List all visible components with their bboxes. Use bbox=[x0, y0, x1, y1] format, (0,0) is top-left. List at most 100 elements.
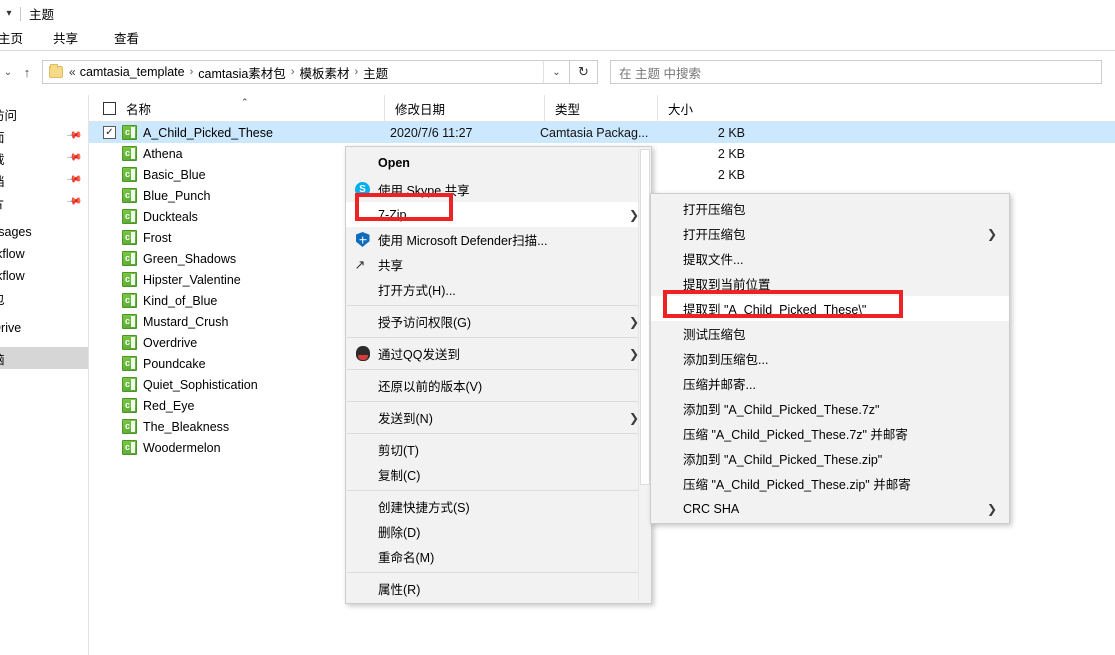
menu-item-label: 打开压缩包 bbox=[683, 199, 1009, 218]
table-row[interactable]: ✓ c A_Child_Picked_These 2020/7/6 11:27 … bbox=[89, 122, 1115, 143]
sidebar-item-pictures[interactable]: 片 📌 bbox=[0, 191, 88, 213]
recent-locations-icon[interactable]: ⌄ bbox=[0, 60, 16, 84]
menu-item-label: 提取文件... bbox=[683, 249, 1009, 268]
refresh-button[interactable]: ↻ bbox=[570, 60, 598, 84]
tab-view[interactable]: 查看 bbox=[108, 28, 145, 51]
sidebar-item-label: 面 bbox=[0, 127, 5, 146]
sidebar-item-messages[interactable]: ssages bbox=[0, 221, 88, 243]
submenu-item-add-to-archive[interactable]: 添加到压缩包... bbox=[651, 346, 1009, 371]
file-type: Camtasia Packag... bbox=[540, 126, 683, 140]
camtasia-file-icon: c bbox=[122, 377, 137, 392]
submenu-item-extract-here[interactable]: 提取到当前位置 bbox=[651, 271, 1009, 296]
submenu-item-compress-7z-and-email[interactable]: 压缩 "A_Child_Picked_These.7z" 并邮寄 bbox=[651, 421, 1009, 446]
menu-item-7zip[interactable]: 7-Zip ❯ bbox=[346, 202, 651, 227]
menu-item-rename[interactable]: 重命名(M) bbox=[346, 544, 651, 569]
sidebar-item-label: 载 bbox=[0, 149, 5, 168]
menu-item-restore-previous-versions[interactable]: 还原以前的版本(V) bbox=[346, 373, 651, 398]
submenu-item-extract-to-folder[interactable]: 提取到 "A_Child_Picked_These\" bbox=[651, 296, 1009, 321]
tab-share[interactable]: 共享 bbox=[47, 28, 84, 51]
menu-item-delete[interactable]: 删除(D) bbox=[346, 519, 651, 544]
breadcrumb-item-theme[interactable]: 主题 bbox=[363, 63, 388, 82]
menu-item-cut[interactable]: 剪切(T) bbox=[346, 437, 651, 462]
sidebar-item-downloads[interactable]: 载 📌 bbox=[0, 147, 88, 169]
menu-item-send-via-qq[interactable]: 通过QQ发送到 ❯ bbox=[346, 341, 651, 366]
submenu-item-crc-sha[interactable]: CRC SHA ❯ bbox=[651, 496, 1009, 521]
menu-item-label: Open bbox=[378, 156, 651, 170]
menu-item-open[interactable]: Open bbox=[346, 149, 651, 177]
sidebar-item-label: rkflow bbox=[0, 247, 25, 261]
submenu-item-open-archive-with[interactable]: 打开压缩包 ❯ bbox=[651, 221, 1009, 246]
menu-item-share-with-skype[interactable]: S 使用 Skype 共享 bbox=[346, 177, 651, 202]
menu-item-scan-with-defender[interactable]: 使用 Microsoft Defender扫描... bbox=[346, 227, 651, 252]
column-header-label: 名称 bbox=[126, 99, 151, 118]
breadcrumb-item-camtasia-template[interactable]: camtasia_template bbox=[80, 65, 185, 79]
context-menu-scrollbar[interactable] bbox=[638, 149, 650, 601]
seven-zip-submenu[interactable]: 打开压缩包 打开压缩包 ❯ 提取文件... 提取到当前位置 提取到 "A_Chi… bbox=[650, 193, 1010, 524]
qq-icon bbox=[354, 345, 371, 362]
quick-access-toolbar-chevron-icon[interactable]: ▾ bbox=[2, 9, 16, 19]
camtasia-file-icon: c bbox=[122, 335, 137, 350]
spacer-icon bbox=[354, 466, 371, 483]
submenu-item-compress-zip-and-email[interactable]: 压缩 "A_Child_Picked_These.zip" 并邮寄 bbox=[651, 471, 1009, 496]
breadcrumb-item-camtasia-assets[interactable]: camtasia素材包 bbox=[198, 63, 286, 82]
sidebar-item-desktop[interactable]: 面 📌 bbox=[0, 125, 88, 147]
sidebar-item-label: 包 bbox=[0, 289, 5, 308]
sidebar-item-package[interactable]: 包 bbox=[0, 287, 88, 309]
sidebar-item-label: rkflow bbox=[0, 269, 25, 283]
menu-item-label: 发送到(N) bbox=[378, 408, 651, 427]
scrollbar-thumb[interactable] bbox=[640, 149, 650, 485]
file-size: 2 KB bbox=[683, 168, 745, 182]
sidebar-item-workflow-1[interactable]: rkflow bbox=[0, 243, 88, 265]
tab-home[interactable]: 主页 bbox=[0, 28, 29, 51]
menu-item-share[interactable]: ↗ 共享 bbox=[346, 252, 651, 277]
sidebar-item-workflow-2[interactable]: rkflow bbox=[0, 265, 88, 287]
menu-item-properties[interactable]: 属性(R) bbox=[346, 576, 651, 601]
menu-item-open-with[interactable]: 打开方式(H)... bbox=[346, 277, 651, 302]
column-headers: 名称 ⌃ 修改日期 类型 大小 bbox=[89, 95, 1115, 122]
breadcrumb-item-template-assets[interactable]: 模板素材 bbox=[299, 63, 349, 82]
menu-item-label: 测试压缩包 bbox=[683, 324, 1009, 343]
menu-item-create-shortcut[interactable]: 创建快捷方式(S) bbox=[346, 494, 651, 519]
submenu-item-add-to-7z[interactable]: 添加到 "A_Child_Picked_These.7z" bbox=[651, 396, 1009, 421]
breadcrumb-overflow-icon[interactable]: « bbox=[69, 65, 76, 79]
submenu-item-compress-and-email[interactable]: 压缩并邮寄... bbox=[651, 371, 1009, 396]
chevron-right-icon[interactable]: › bbox=[355, 66, 359, 78]
context-menu[interactable]: Open S 使用 Skype 共享 7-Zip ❯ 使用 Microsoft … bbox=[345, 146, 652, 604]
file-size: 2 KB bbox=[683, 126, 745, 140]
sidebar-item-onedrive[interactable]: Drive bbox=[0, 317, 88, 339]
column-header-type[interactable]: 类型 bbox=[544, 95, 657, 122]
spacer-icon bbox=[354, 206, 371, 223]
menu-item-copy[interactable]: 复制(C) bbox=[346, 462, 651, 487]
sidebar-item-label: 脑 bbox=[0, 349, 5, 368]
column-header-size[interactable]: 大小 bbox=[657, 95, 740, 122]
chevron-right-icon[interactable]: › bbox=[190, 66, 194, 78]
search-placeholder: 在 主题 中搜索 bbox=[619, 63, 701, 82]
file-date: 2020/7/6 11:27 bbox=[390, 126, 540, 140]
chevron-right-icon[interactable]: › bbox=[291, 66, 295, 78]
menu-item-grant-access[interactable]: 授予访问权限(G) ❯ bbox=[346, 309, 651, 334]
address-dropdown-icon[interactable]: ⌄ bbox=[543, 61, 569, 83]
menu-item-label: 使用 Skype 共享 bbox=[378, 180, 651, 199]
submenu-item-open-archive[interactable]: 打开压缩包 bbox=[651, 196, 1009, 221]
menu-item-label: 7-Zip bbox=[378, 208, 651, 222]
row-checkbox[interactable]: ✓ bbox=[103, 126, 116, 139]
sidebar-item-documents[interactable]: 档 📌 bbox=[0, 169, 88, 191]
submenu-item-extract-files[interactable]: 提取文件... bbox=[651, 246, 1009, 271]
sidebar-item-this-pc[interactable]: 脑 bbox=[0, 347, 88, 369]
column-header-name[interactable]: 名称 ⌃ bbox=[89, 95, 384, 122]
search-input[interactable]: 在 主题 中搜索 bbox=[610, 60, 1102, 84]
column-header-date-modified[interactable]: 修改日期 bbox=[384, 95, 544, 122]
sidebar-item-label: Drive bbox=[0, 321, 21, 335]
select-all-checkbox[interactable] bbox=[103, 102, 116, 115]
menu-item-label: 重命名(M) bbox=[378, 547, 651, 566]
submenu-item-test-archive[interactable]: 测试压缩包 bbox=[651, 321, 1009, 346]
submenu-item-add-to-zip[interactable]: 添加到 "A_Child_Picked_These.zip" bbox=[651, 446, 1009, 471]
up-one-level-icon[interactable]: ↑ bbox=[16, 60, 38, 84]
menu-item-send-to[interactable]: 发送到(N) ❯ bbox=[346, 405, 651, 430]
title-bar: ▾ 主题 bbox=[0, 0, 1115, 27]
sidebar-item-quick-access[interactable]: 访问 bbox=[0, 103, 88, 125]
breadcrumb[interactable]: « camtasia_template › camtasia素材包 › 模板素材… bbox=[42, 60, 570, 84]
navigation-pane[interactable]: 访问 面 📌 载 📌 档 📌 片 📌 ssages rkflow rkflow bbox=[0, 95, 89, 655]
address-bar: ⌄ ↑ « camtasia_template › camtasia素材包 › … bbox=[0, 55, 1115, 89]
spacer-icon bbox=[354, 409, 371, 426]
